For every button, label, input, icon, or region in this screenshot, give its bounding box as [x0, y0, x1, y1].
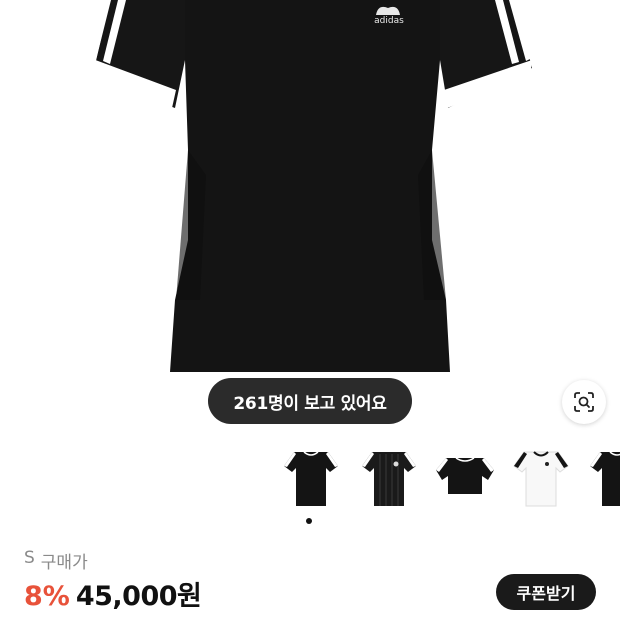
size-label: S: [24, 548, 35, 568]
brand-logo-text: adidas: [374, 16, 404, 26]
price-label-row: S 구매가: [24, 548, 88, 573]
product-thumbnail-strip: [280, 446, 620, 512]
viewers-count-badge: 261명이 보고 있어요: [208, 378, 412, 424]
image-search-button[interactable]: [562, 380, 606, 424]
thumbnail-black-3-stripes-tee[interactable]: [280, 446, 342, 510]
purchase-price-label: 구매가: [40, 553, 88, 573]
get-coupon-button[interactable]: 쿠폰받기: [496, 574, 596, 610]
image-search-icon: [574, 392, 594, 412]
thumbnail-selected-indicator: [306, 518, 312, 524]
thumbnail-white-ringer-tee[interactable]: [510, 446, 572, 510]
thumbnail-black-striped-jersey[interactable]: [358, 446, 420, 510]
t-shirt-illustration: adidas: [87, 0, 532, 372]
product-hero-image[interactable]: adidas: [0, 0, 620, 440]
thumbnail-black-crop-tee[interactable]: [434, 446, 496, 510]
price-amount: 45,000원: [75, 581, 202, 612]
thumbnail-black-tee-partial[interactable]: [586, 446, 620, 510]
discount-rate: 8%: [24, 581, 70, 612]
price-row: 8% 45,000원: [24, 574, 202, 613]
